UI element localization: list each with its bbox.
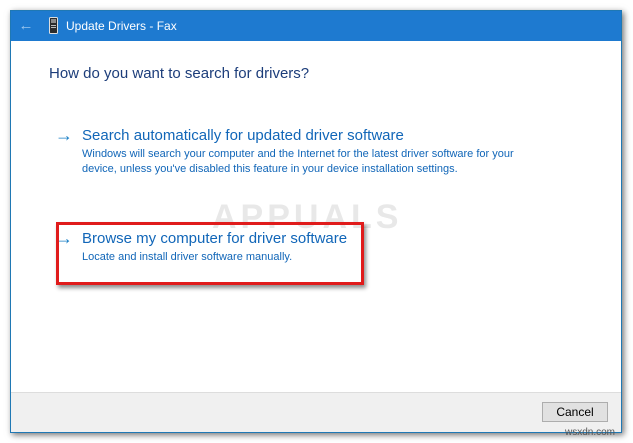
search-automatically-title[interactable]: Search automatically for updated driver … [82, 127, 404, 145]
window-title: Update Drivers - Fax [66, 19, 177, 33]
highlight-box [56, 222, 364, 285]
cancel-button[interactable]: Cancel [542, 402, 608, 422]
device-icon [49, 17, 58, 34]
update-drivers-window: ← Update Drivers - Fax How do you want t… [10, 10, 622, 433]
site-watermark: wsxdn.com [565, 427, 616, 438]
dialog-footer: Cancel [11, 392, 621, 432]
arrow-right-icon: → [55, 125, 73, 145]
back-arrow-icon[interactable]: ← [17, 17, 35, 35]
title-bar: ← Update Drivers - Fax [11, 11, 621, 41]
dialog-heading: How do you want to search for drivers? [49, 65, 310, 82]
search-automatically-description: Windows will search your computer and th… [82, 148, 514, 175]
